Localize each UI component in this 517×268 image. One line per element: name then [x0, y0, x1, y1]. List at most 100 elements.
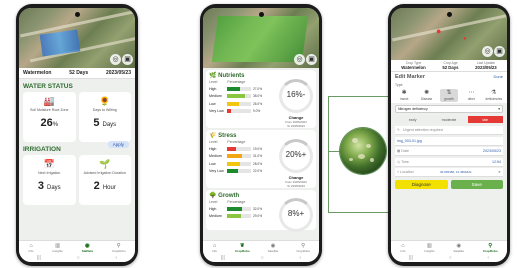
severity-late[interactable]: late [467, 116, 503, 123]
recent-apps-icon[interactable]: ||| [221, 255, 225, 261]
type-deficiencies[interactable]: ⚗ deficiencies [485, 89, 503, 102]
severity-moderate[interactable]: moderate [431, 116, 467, 123]
type-growth[interactable]: ⇅ growth [439, 89, 458, 102]
satellite-map[interactable]: ◎ ▣ [203, 8, 319, 68]
bottom-nav: ⌂ Info ▥ Insights ◉ Satellite ⚲ CropRobo [391, 240, 507, 254]
field-date: 2023/05/23 [105, 70, 131, 76]
back-icon[interactable]: ‹ [115, 255, 117, 261]
navigate-icon[interactable]: ➤ [498, 170, 501, 174]
growth-block[interactable]: 🌳 Growth Level Percentage High 32.0% Mediu… [206, 190, 316, 232]
recent-apps-icon[interactable]: ||| [409, 255, 413, 261]
bar-fill [227, 206, 243, 211]
crop-field-overlay[interactable] [211, 16, 309, 62]
calendar-icon: ▦ [397, 149, 401, 153]
nav-info[interactable]: ⌂ Info [400, 243, 405, 253]
date-field[interactable]: ▦ Date 2023/05/23 [395, 147, 503, 156]
time-field[interactable]: ◷ Time 12:54 [395, 157, 503, 167]
home-circle-icon[interactable]: ○ [449, 255, 452, 261]
recent-apps-icon[interactable]: ||| [37, 255, 41, 261]
phone-crop-health: ◎ ▣ 🌿 Nutrients Level Percentage High 27.0… [200, 4, 322, 266]
system-nav-bar: ||| ○ ‹ [391, 254, 507, 262]
edit-marker-screen: ● ● ◎ ▣ Crop Type Watermelon Crop Age 52 D… [391, 8, 507, 262]
days-to-wilting-card[interactable]: 🌻 Days to Wilting 5 Days [78, 92, 131, 142]
apply-button[interactable]: Apply [107, 141, 129, 148]
edit-marker-title: Edit Marker [395, 74, 425, 80]
edit-marker-header: Edit Marker Done [391, 71, 507, 82]
nav-insights[interactable]: ▥ Insights [424, 243, 434, 253]
next-irrigation-card[interactable]: 📅 Next Irrigation 3 Days [23, 155, 76, 205]
deficiency-select[interactable]: Nitrogen deficiency ▾ [395, 105, 503, 113]
back-icon[interactable]: ‹ [299, 255, 301, 261]
nav-insights[interactable]: ▥ Insights [52, 243, 62, 253]
severity-early[interactable]: early [395, 116, 431, 123]
stress-block[interactable]: 🌾 Stress Level Percentage High 19.0% Mediu… [206, 130, 316, 188]
bottom-nav: ⌂ Info ❦ CropRobo ◉ Satellite ⚲ CropRobo [203, 240, 319, 254]
soil-moisture-icon: 🏭 [43, 96, 55, 106]
satellite-map[interactable]: ◎ ▣ [19, 8, 135, 68]
nav-croprobo[interactable]: ⚲ CropRobo [483, 243, 498, 253]
calendar-icon: 📅 [43, 159, 55, 169]
location-label: ⌖ Location [397, 170, 414, 174]
save-button[interactable]: Save [450, 180, 503, 189]
nav-info[interactable]: ⌂ Info [28, 243, 33, 253]
connector-line-vertical [328, 96, 329, 212]
nav-satellite[interactable]: ◉ Satellite [268, 243, 279, 253]
water-status-title: WATER STATUS [23, 83, 73, 90]
bar-fill [227, 161, 241, 166]
diagnose-button[interactable]: Diagnose [395, 180, 448, 189]
marker-type-selector: ✱ insect ✺ Disease ⇅ growth ⋯ other ⚗ deficie… [391, 88, 507, 103]
camera-icon[interactable]: ▣ [122, 54, 133, 65]
bar-fill [227, 94, 246, 98]
done-button[interactable]: Done [493, 74, 503, 80]
nav-croprobo[interactable]: ⚲ CropRobo [112, 243, 126, 253]
nav-croprobo-active[interactable]: ❦ CropRobo [235, 243, 250, 253]
bar-fill [227, 169, 238, 173]
map-marker-icon[interactable]: ● [436, 26, 441, 36]
clock-icon: ◷ [397, 159, 401, 164]
growth-chart-icon: ⇅ [446, 90, 452, 96]
map-marker-icon[interactable]: ● [463, 36, 467, 42]
field-info-row: Watermelon 52 Days 2023/05/23 [19, 68, 135, 79]
back-icon[interactable]: ‹ [487, 255, 489, 261]
stress-change-dates: From 16/05/2023 To 23/05/2023 [285, 180, 307, 188]
stress-title: 🌾 Stress [209, 133, 237, 139]
location-field[interactable]: ⌖ Location 30.065486, 31.4566421 ➤ [395, 168, 503, 177]
nutrients-block[interactable]: 🌿 Nutrients Level Percentage High 27.0% Me… [206, 70, 316, 128]
front-camera [75, 12, 80, 17]
nav-info[interactable]: ⌂ Info [212, 243, 217, 253]
irrigation-duration-label: Advised Irrigation Duration [83, 171, 126, 175]
nav-satellite[interactable]: ◉ Satellite [453, 243, 464, 253]
stress-change-value: 20%+ [285, 150, 307, 159]
action-buttons: Diagnose Save [395, 180, 503, 189]
water-status-cards: 🏭 Soil Moisture Root Zone 26% 🌻 Days to … [19, 92, 135, 142]
layers-icon[interactable]: ◎ [482, 46, 493, 57]
bar-fill [227, 86, 240, 91]
home-circle-icon[interactable]: ○ [77, 255, 80, 261]
camera-icon[interactable]: ▣ [306, 54, 317, 65]
camera-icon[interactable]: ▣ [494, 46, 505, 57]
nav-satdata[interactable]: ◉ SatData [82, 243, 93, 253]
phone-edit-marker: ● ● ◎ ▣ Crop Type Watermelon Crop Age 52 D… [388, 4, 510, 266]
image-name: img_003-01.jpg [397, 138, 422, 143]
soil-moisture-card[interactable]: 🏭 Soil Moisture Root Zone 26% [23, 92, 76, 142]
crop-age: Crop Age 52 Days [442, 61, 459, 70]
notes-field[interactable]: ✎ Urgent attention required [395, 126, 503, 135]
nav-croprobo[interactable]: ⚲ CropRobo [296, 243, 310, 253]
connector-line-bottom [328, 212, 388, 213]
layers-icon[interactable]: ◎ [110, 54, 121, 65]
irrigation-duration-card[interactable]: 🌱 Advised Irrigation Duration 2 Hour [78, 155, 131, 205]
bar-fill [227, 146, 237, 151]
type-disease[interactable]: ✺ Disease [418, 89, 436, 102]
days-to-wilting-value: 5 Days [93, 117, 117, 129]
layers-icon[interactable]: ◎ [294, 54, 305, 65]
nutrient-icon: 🌿 [209, 73, 217, 79]
home-circle-icon[interactable]: ○ [261, 255, 264, 261]
image-attachment-field[interactable]: img_003-01.jpg [395, 136, 503, 146]
phone-water-status: ◎ ▣ Watermelon 52 Days 2023/05/23 WATER … [16, 4, 138, 266]
nutrients-title: 🌿 Nutrients [209, 73, 245, 79]
next-irrigation-value: 3 Days [37, 180, 61, 192]
system-nav-bar: ||| ○ ‹ [19, 254, 135, 262]
date-label: ▦ Date [397, 149, 409, 153]
type-insect[interactable]: ✱ insect [395, 89, 413, 102]
type-other[interactable]: ⋯ other [462, 89, 480, 102]
